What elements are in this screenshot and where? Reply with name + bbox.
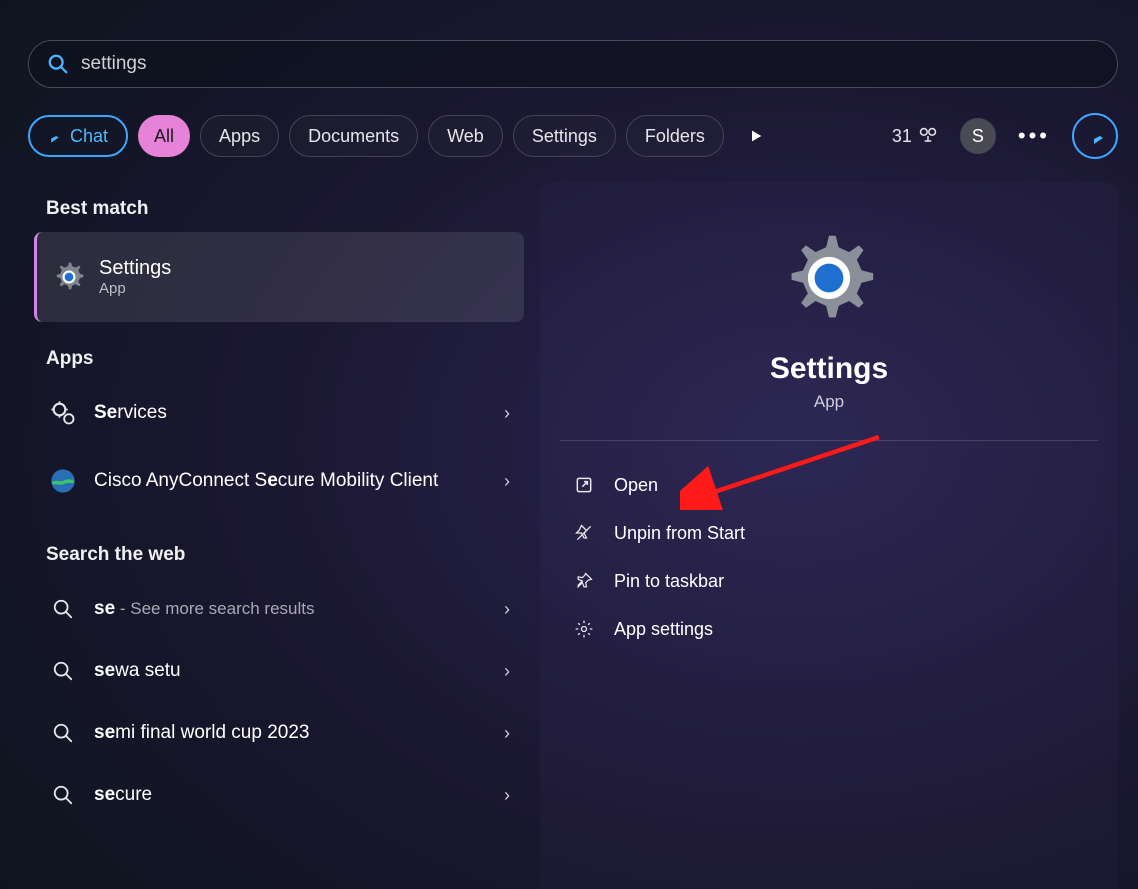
unpin-icon xyxy=(572,523,596,543)
search-icon xyxy=(48,784,78,806)
bing-icon xyxy=(1083,124,1107,148)
action-open[interactable]: Open xyxy=(560,461,1098,509)
web-semi-label: semi final world cup 2023 xyxy=(94,722,504,744)
all-chip[interactable]: All xyxy=(138,115,190,157)
search-icon xyxy=(47,53,69,75)
app-item-services[interactable]: Services › xyxy=(34,382,524,444)
search-icon xyxy=(48,660,78,682)
documents-label: Documents xyxy=(308,126,399,147)
more-icon: ••• xyxy=(1018,123,1050,148)
more-menu[interactable]: ••• xyxy=(1018,123,1050,149)
search-input[interactable] xyxy=(81,53,1099,75)
avatar-letter: S xyxy=(972,126,984,147)
web-chip[interactable]: Web xyxy=(428,115,503,157)
documents-chip[interactable]: Documents xyxy=(289,115,418,157)
gear-icon-large xyxy=(540,230,1118,326)
trophy-icon xyxy=(918,126,938,146)
chevron-right-icon: › xyxy=(504,403,510,424)
action-unpin-label: Unpin from Start xyxy=(614,523,745,544)
action-pin-label: Pin to taskbar xyxy=(614,571,724,592)
chat-label: Chat xyxy=(70,126,108,147)
bing-chat-button[interactable] xyxy=(1072,113,1118,159)
results-column: Best match Settings App Apps Services › … xyxy=(28,182,524,889)
best-match-row[interactable]: Settings App xyxy=(34,232,524,322)
app-cisco-label: Cisco AnyConnect Secure Mobility Client xyxy=(94,469,504,494)
globe-icon xyxy=(48,467,78,495)
web-sewa-label: sewa setu xyxy=(94,660,504,682)
filter-row: Chat All Apps Documents Web Settings Fol… xyxy=(28,110,1118,162)
apps-label: Apps xyxy=(219,126,260,147)
folders-label: Folders xyxy=(645,126,705,147)
action-pin[interactable]: Pin to taskbar xyxy=(560,557,1098,605)
app-item-cisco[interactable]: Cisco AnyConnect Secure Mobility Client … xyxy=(34,444,524,518)
bing-icon xyxy=(42,126,62,146)
folders-chip[interactable]: Folders xyxy=(626,115,724,157)
settings-label: Settings xyxy=(532,126,597,147)
open-icon xyxy=(572,475,596,495)
apps-chip[interactable]: Apps xyxy=(200,115,279,157)
web-se-label: se - See more search results xyxy=(94,598,504,620)
search-icon xyxy=(48,722,78,744)
chevron-right-icon: › xyxy=(504,471,510,492)
chevron-right-icon: › xyxy=(504,661,510,682)
detail-actions: Open Unpin from Start Pin to taskbar App… xyxy=(560,461,1098,653)
search-icon xyxy=(48,598,78,620)
pin-icon xyxy=(572,571,596,591)
best-match-subtitle: App xyxy=(99,280,171,297)
gears-icon xyxy=(48,399,78,427)
apps-heading: Apps xyxy=(46,348,524,370)
web-secure-label: secure xyxy=(94,784,504,806)
detail-subtitle: App xyxy=(540,392,1118,412)
gear-icon xyxy=(572,619,596,639)
action-app-settings[interactable]: App settings xyxy=(560,605,1098,653)
user-avatar[interactable]: S xyxy=(960,118,996,154)
play-icon xyxy=(748,128,764,144)
action-unpin[interactable]: Unpin from Start xyxy=(560,509,1098,557)
topbar-right: 31 S ••• xyxy=(892,113,1118,159)
best-match-title: Settings xyxy=(99,257,171,280)
web-item-semi[interactable]: semi final world cup 2023 › xyxy=(34,702,524,764)
chat-chip[interactable]: Chat xyxy=(28,115,128,157)
web-heading: Search the web xyxy=(46,544,524,566)
chevron-right-icon: › xyxy=(504,785,510,806)
detail-panel: Settings App Open Unpin from Start Pin t… xyxy=(540,182,1118,889)
chevron-right-icon: › xyxy=(504,599,510,620)
gear-icon xyxy=(51,259,87,295)
chevron-right-icon: › xyxy=(504,723,510,744)
divider xyxy=(560,440,1098,441)
web-item-secure[interactable]: secure › xyxy=(34,764,524,826)
points-number: 31 xyxy=(892,126,912,147)
web-label: Web xyxy=(447,126,484,147)
search-bar[interactable] xyxy=(28,40,1118,88)
action-open-label: Open xyxy=(614,475,658,496)
all-label: All xyxy=(154,126,174,147)
web-item-se[interactable]: se - See more search results › xyxy=(34,578,524,640)
detail-title: Settings xyxy=(540,352,1118,386)
action-appsettings-label: App settings xyxy=(614,619,713,640)
rewards-points[interactable]: 31 xyxy=(892,126,938,147)
play-button[interactable] xyxy=(734,115,778,157)
web-item-sewa[interactable]: sewa setu › xyxy=(34,640,524,702)
app-services-label: Services xyxy=(94,402,504,424)
best-match-heading: Best match xyxy=(46,198,524,220)
settings-chip[interactable]: Settings xyxy=(513,115,616,157)
